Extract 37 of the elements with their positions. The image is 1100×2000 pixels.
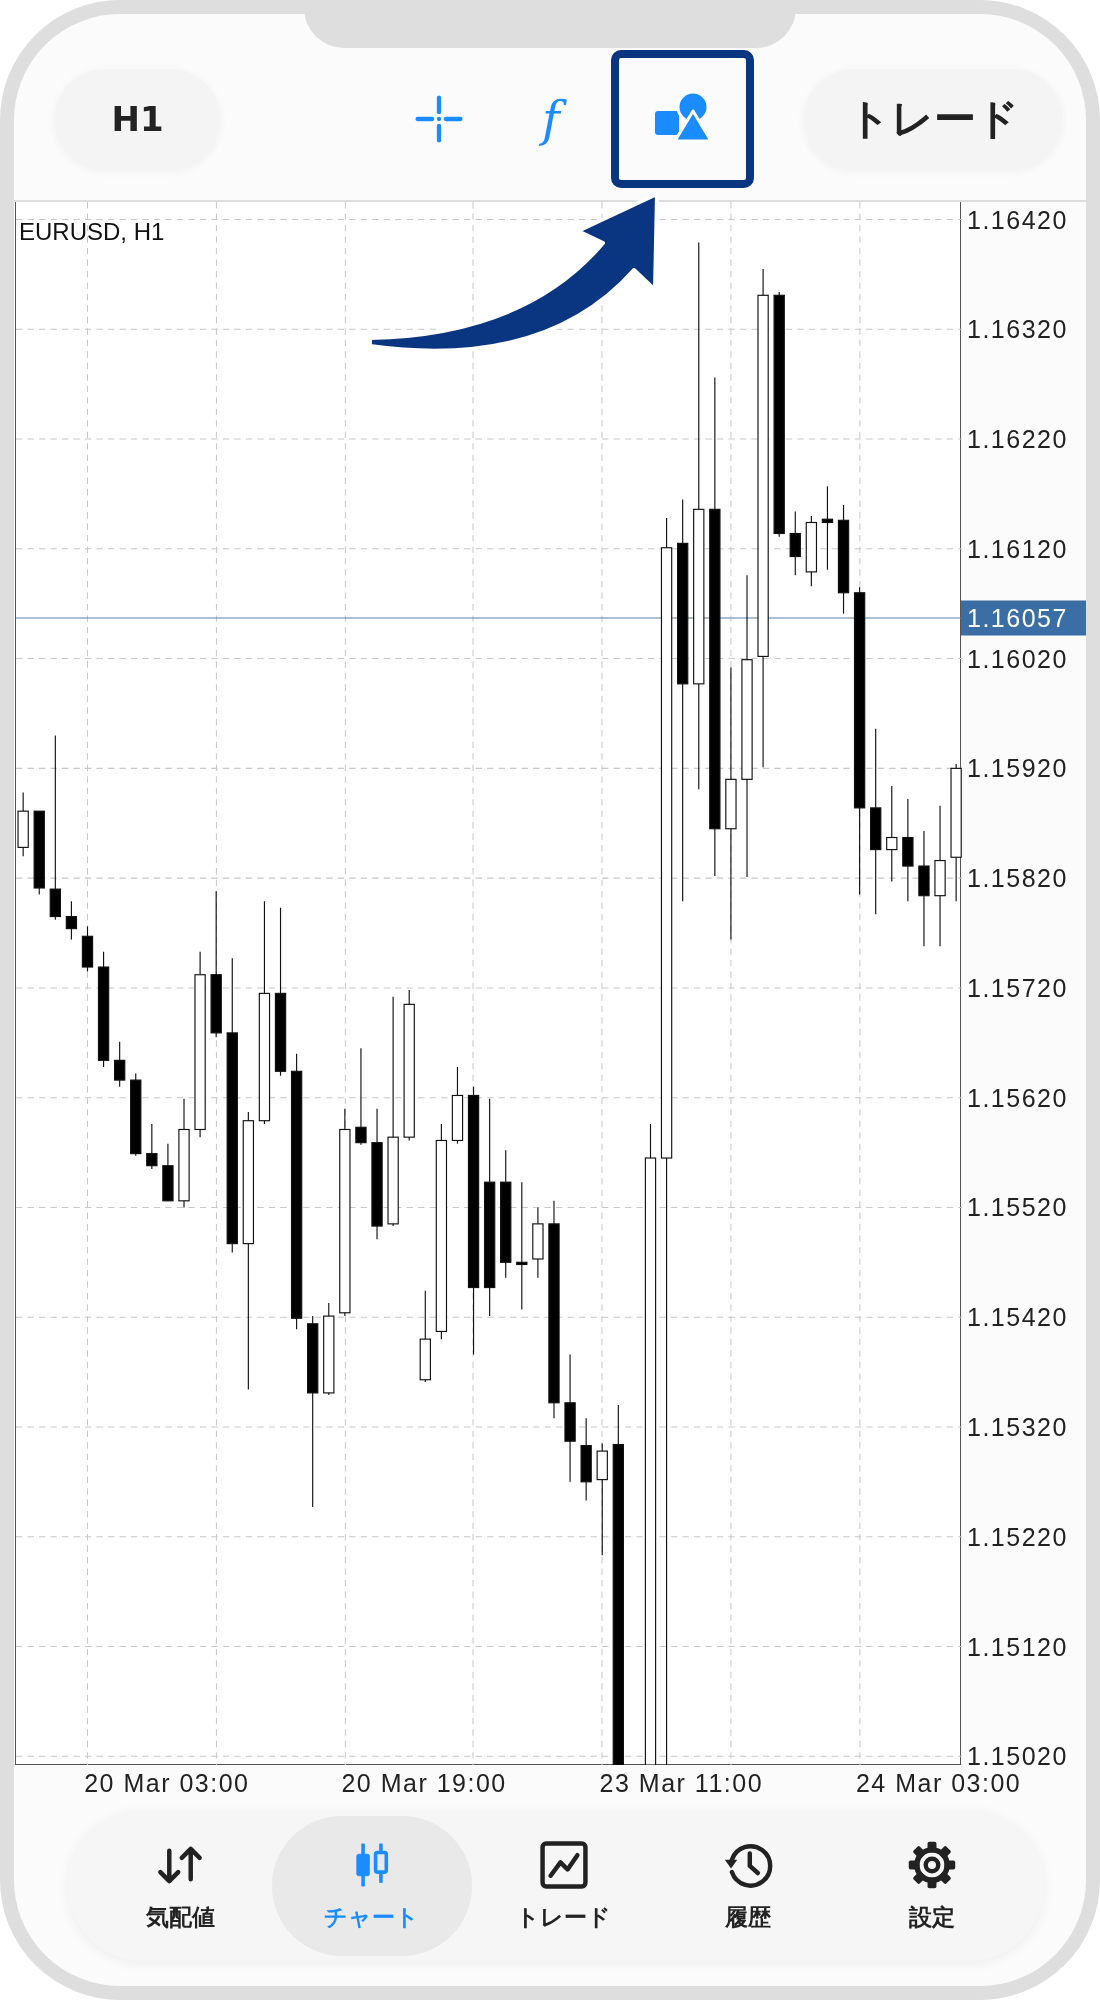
nav-tab[interactable]: 気配値 (88, 1816, 273, 1956)
candle (146, 1123, 158, 1170)
candle (805, 515, 818, 587)
price-label: 1.15020 (967, 1741, 1068, 1771)
price-label: 1.15220 (967, 1522, 1068, 1552)
symbol-label: EURUSD, H1 (19, 218, 165, 246)
price-label: 1.16220 (967, 424, 1068, 454)
price-label: 1.16420 (967, 205, 1068, 235)
current-price-label: 1.16057 (961, 600, 1086, 636)
nav-tab[interactable]: トレード (471, 1816, 656, 1956)
price-label: 1.15520 (967, 1192, 1068, 1222)
price-label: 1.15920 (967, 753, 1068, 783)
candle (65, 900, 78, 941)
price-label: 1.15420 (967, 1302, 1068, 1332)
nav-tab[interactable]: 履歴 (655, 1816, 840, 1956)
time-label: 20 Mar 19:00 (341, 1769, 507, 1798)
objects-button[interactable] (611, 50, 754, 188)
price-label: 1.16120 (967, 534, 1068, 564)
time-label: 20 Mar 03:00 (84, 1769, 250, 1798)
price-label: 1.16320 (967, 314, 1068, 344)
line-chart-icon (538, 1839, 589, 1890)
price-label: 1.15320 (967, 1412, 1068, 1442)
trade-button[interactable]: トレード (804, 69, 1062, 169)
timeframe-button[interactable]: H1 (55, 69, 220, 169)
price-label: 1.16020 (967, 644, 1068, 674)
candle (81, 925, 94, 972)
nav-tab[interactable]: 設定 (839, 1816, 1024, 1956)
settings-icon (906, 1839, 957, 1890)
price-label: 1.15820 (967, 863, 1068, 893)
time-label: 24 Mar 03:00 (855, 1769, 1022, 1798)
candle (114, 1041, 126, 1088)
candle (162, 1143, 174, 1202)
price-label: 1.15620 (967, 1083, 1068, 1113)
price-label: 1.15120 (967, 1632, 1068, 1662)
time-label: 23 Mar 11:00 (599, 1769, 764, 1798)
price-label: 1.15720 (967, 973, 1068, 1003)
candle (789, 510, 801, 576)
